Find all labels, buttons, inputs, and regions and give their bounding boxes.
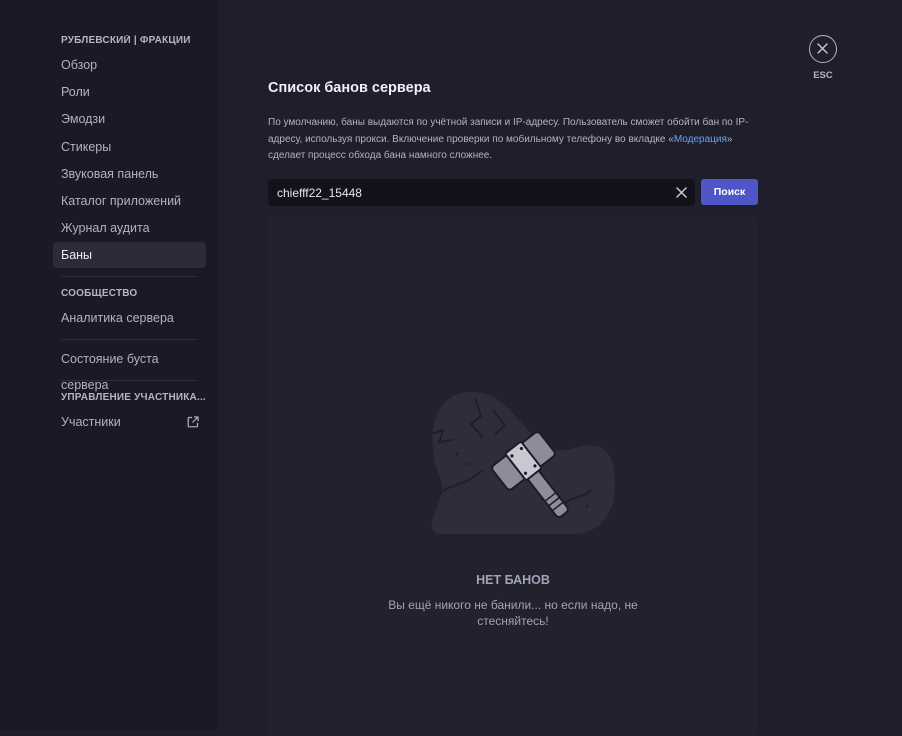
sidebar-item-stickers[interactable]: Стикеры <box>53 134 206 160</box>
external-link-icon <box>187 416 199 428</box>
sidebar-divider <box>61 380 198 381</box>
search-button[interactable]: Поиск <box>701 179 758 205</box>
page-title: Список банов сервера <box>268 80 431 96</box>
ban-hammer-illustration <box>430 392 615 534</box>
clear-search-icon[interactable] <box>676 187 687 198</box>
section-title-community: СООБЩЕСТВО <box>61 288 138 299</box>
sidebar-item-audit-log[interactable]: Журнал аудита <box>53 215 206 241</box>
sidebar-item-label: Эмодзи <box>61 112 106 126</box>
sidebar-item-label: Звуковая панель <box>61 167 159 181</box>
ban-search-field <box>268 179 695 206</box>
sidebar-item-overview[interactable]: Обзор <box>53 52 206 78</box>
section-title-server: РУБЛЕВСКИЙ | ФРАКЦИИ <box>61 35 191 46</box>
section-title-members-management: УПРАВЛЕНИЕ УЧАСТНИКА... <box>61 392 206 403</box>
sidebar-item-label: Обзор <box>61 58 98 72</box>
sidebar-item-roles[interactable]: Роли <box>53 79 206 105</box>
sidebar-item-emoji[interactable]: Эмодзи <box>53 106 206 132</box>
close-icon <box>817 43 828 54</box>
empty-state-subtitle: Вы ещё никого не банили... но если надо,… <box>388 598 638 628</box>
sidebar-item-label: Баны <box>61 248 93 262</box>
moderation-link[interactable]: Модерация <box>674 134 727 145</box>
esc-label: ESC <box>813 70 833 81</box>
sidebar-item-label: Аналитика сервера <box>61 311 174 325</box>
sidebar-item-server-boost[interactable]: Состояние буста сервера <box>53 346 206 392</box>
sidebar-item-label: Участники <box>61 415 121 429</box>
close-button[interactable] <box>809 35 837 63</box>
bans-list-empty-state: НЕТ БАНОВ Вы ещё никого не банили... но … <box>268 216 758 736</box>
sidebar-item-members[interactable]: Участники <box>53 409 206 435</box>
sidebar-item-soundboard[interactable]: Звуковая панель <box>53 161 206 187</box>
sidebar-divider <box>61 276 198 277</box>
sidebar-item-label: Состояние буста сервера <box>61 352 159 392</box>
sidebar-item-app-directory[interactable]: Каталог приложений <box>53 188 206 214</box>
sidebar-item-label: Журнал аудита <box>61 221 150 235</box>
sidebar-item-label: Роли <box>61 85 90 99</box>
ban-search-input[interactable] <box>268 179 658 206</box>
sidebar-item-server-insights[interactable]: Аналитика сервера <box>53 305 206 331</box>
sidebar-item-bans[interactable]: Баны <box>53 242 206 268</box>
sidebar-item-label: Каталог приложений <box>61 194 182 208</box>
sidebar-divider <box>61 339 198 340</box>
bans-description: По умолчанию, баны выдаются по учётной з… <box>268 115 758 165</box>
empty-state-title: НЕТ БАНОВ <box>476 573 550 587</box>
settings-sidebar: РУБЛЕВСКИЙ | ФРАКЦИИ Обзор Роли Эмодзи С… <box>0 0 218 730</box>
sidebar-item-label: Стикеры <box>61 140 112 154</box>
